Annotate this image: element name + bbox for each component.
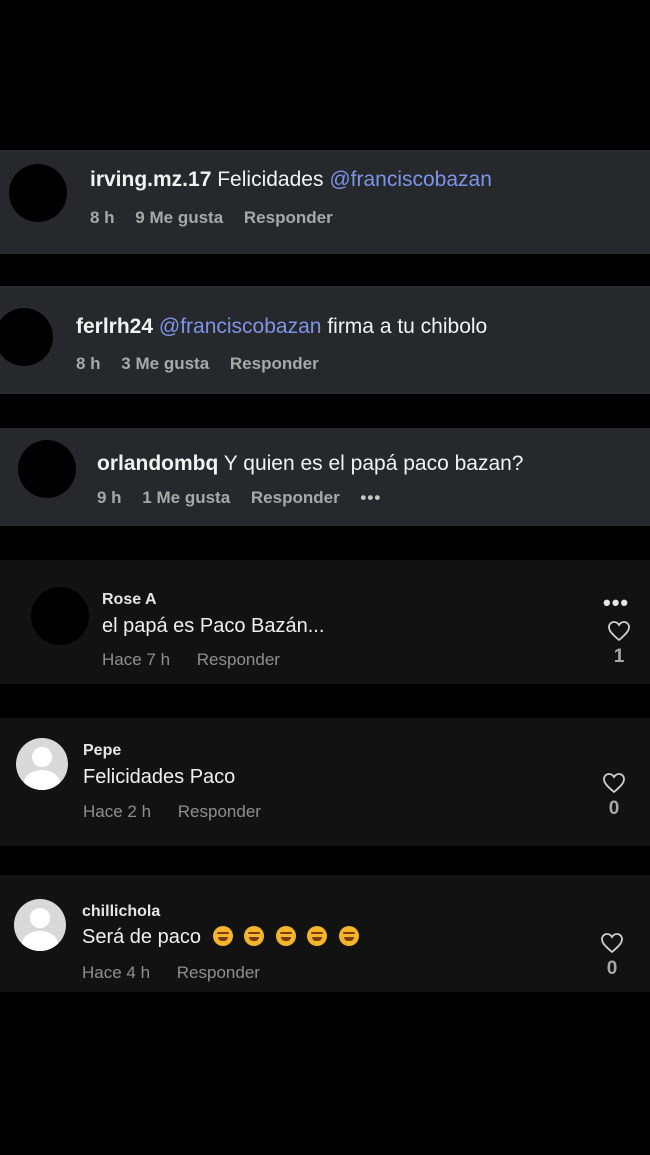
comment-meta: 9 h 1 Me gusta Responder ••• xyxy=(97,488,397,508)
avatar[interactable] xyxy=(16,738,68,790)
comment-body-text: Será de paco xyxy=(82,926,201,948)
comment-text: orlandombq Y quien es el papá paco bazan… xyxy=(97,452,524,476)
avatar[interactable] xyxy=(31,587,89,645)
comment-username[interactable]: Rose A xyxy=(102,591,157,609)
comment-body: Y quien es el papá paco bazan? xyxy=(223,452,524,475)
rolling-laughing-emoji xyxy=(307,926,328,946)
default-avatar-body xyxy=(23,770,61,790)
like-count: 1 xyxy=(613,646,625,667)
comment-card: orlandombq Y quien es el papá paco bazan… xyxy=(0,428,650,526)
heart-icon[interactable] xyxy=(600,932,624,954)
comment-meta: Hace 2 h Responder xyxy=(83,802,283,822)
reply-button[interactable]: Responder xyxy=(197,650,280,669)
comment-body: firma a tu chibolo xyxy=(327,315,488,338)
comment-time: Hace 7 h xyxy=(102,650,171,669)
mention-link[interactable]: @franciscobazan xyxy=(159,315,322,338)
like-count[interactable]: 9 Me gusta xyxy=(135,208,223,227)
comment-card: ferlrh24 @franciscobazan firma a tu chib… xyxy=(0,286,650,394)
comment-body: Felicidades Paco xyxy=(83,766,236,788)
comment-meta: 8 h 9 Me gusta Responder xyxy=(90,208,349,228)
reply-button[interactable]: Responder xyxy=(177,963,260,982)
comment-text: ferlrh24 @franciscobazan firma a tu chib… xyxy=(76,315,487,339)
like-count[interactable]: 3 Me gusta xyxy=(121,354,209,373)
like-count[interactable]: 1 Me gusta xyxy=(142,488,230,507)
comment-meta: Hace 7 h Responder xyxy=(102,650,302,670)
comment-time: Hace 4 h xyxy=(82,963,151,982)
comment-text: irving.mz.17 Felicidades @franciscobazan xyxy=(90,168,492,192)
rolling-laughing-emoji xyxy=(338,926,359,946)
comment-card: chillichola Será de paco Hace 4 h Respon… xyxy=(0,875,650,992)
comment-username[interactable]: irving.mz.17 xyxy=(90,168,211,191)
rolling-laughing-emoji xyxy=(275,926,296,946)
comment-time: 8 h xyxy=(76,354,101,373)
default-avatar-icon xyxy=(32,747,52,768)
comment-username[interactable]: chillichola xyxy=(82,903,160,921)
comment-time: Hace 2 h xyxy=(83,802,152,821)
comment-card: Rose A el papá es Paco Bazán... Hace 7 h… xyxy=(0,560,650,684)
rolling-laughing-emoji xyxy=(244,926,265,946)
comment-body: Felicidades xyxy=(217,168,324,191)
comment-username[interactable]: ferlrh24 xyxy=(76,315,153,338)
comment-time: 8 h xyxy=(90,208,115,227)
comment-meta: 8 h 3 Me gusta Responder xyxy=(76,354,335,374)
like-count: 0 xyxy=(606,958,618,979)
heart-icon[interactable] xyxy=(607,620,631,642)
avatar[interactable] xyxy=(9,164,67,222)
reply-button[interactable]: Responder xyxy=(244,208,333,227)
more-options-icon[interactable]: ••• xyxy=(603,590,629,616)
avatar[interactable] xyxy=(18,440,76,498)
comment-username[interactable]: orlandombq xyxy=(97,452,218,475)
reply-button[interactable]: Responder xyxy=(251,488,340,507)
comment-body: Será de paco xyxy=(82,926,359,949)
comment-username[interactable]: Pepe xyxy=(83,742,121,760)
reply-button[interactable]: Responder xyxy=(178,802,261,821)
comment-card: irving.mz.17 Felicidades @franciscobazan… xyxy=(0,150,650,254)
avatar[interactable] xyxy=(0,308,53,366)
avatar[interactable] xyxy=(14,899,66,951)
default-avatar-body xyxy=(21,931,59,951)
comment-card: Pepe Felicidades Paco Hace 2 h Responder… xyxy=(0,718,650,846)
reply-button[interactable]: Responder xyxy=(230,354,319,373)
default-avatar-icon xyxy=(30,908,50,929)
comment-time: 9 h xyxy=(97,488,122,507)
winking-face-with-tongue-emoji xyxy=(212,926,233,946)
mention-link[interactable]: @franciscobazan xyxy=(329,168,492,191)
more-options-icon[interactable]: ••• xyxy=(360,488,381,507)
like-count: 0 xyxy=(608,798,620,819)
comment-body: el papá es Paco Bazán... xyxy=(102,615,325,637)
heart-icon[interactable] xyxy=(602,772,626,794)
comment-meta: Hace 4 h Responder xyxy=(82,963,282,983)
